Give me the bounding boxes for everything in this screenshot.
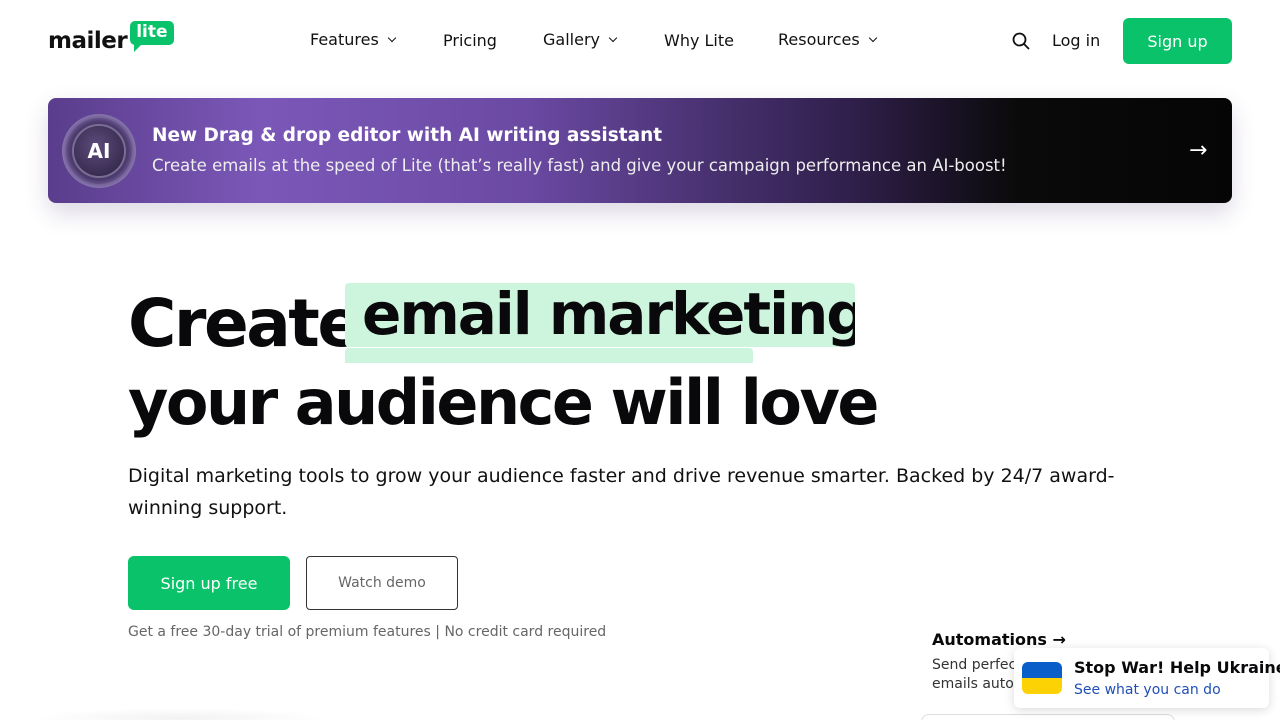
nav-label: Why Lite [664,31,734,50]
chevron-down-icon [608,33,618,42]
logo-bubble: lite [130,21,174,52]
mailerlite-logo[interactable]: mailer lite [48,21,174,54]
ai-badge-label: AI [74,126,124,176]
signup-free-button[interactable]: Sign up free [128,556,290,610]
chevron-down-icon [387,33,397,42]
banner-subtitle: Create emails at the speed of Lite (that… [152,156,1007,175]
automations-link[interactable]: Automations → [932,630,1066,649]
search-icon[interactable] [1012,32,1030,50]
nav-label: Gallery [543,30,600,49]
nav-item-resources[interactable]: Resources [778,30,877,49]
ukraine-toast[interactable]: Stop War! Help Ukraine! See what you can… [1014,648,1280,708]
hero-rotating-word: email marketing [362,283,855,347]
signup-button[interactable]: Sign up [1123,18,1232,64]
site-header: mailer lite Features Pricing Gallery Why… [0,0,1280,82]
arrow-right-icon[interactable]: → [1189,138,1207,163]
watch-demo-button[interactable]: Watch demo [306,556,458,610]
ai-badge-icon: AI [62,114,136,188]
logo-text: mailer [48,28,128,54]
chevron-down-icon [868,33,877,42]
nav-item-features[interactable]: Features [310,30,397,49]
hero-heading-line2: your audience will love [128,366,879,439]
hero-rotating-next-highlight [345,348,753,363]
hero-description: Digital marketing tools to grow your aud… [128,465,1115,519]
nav-label: Resources [778,30,860,49]
ukraine-flag-icon [1022,662,1062,694]
nav-label: Pricing [443,31,497,50]
toast-title: Stop War! Help Ukraine! [1074,658,1280,677]
nav-item-why-lite[interactable]: Why Lite [664,31,734,50]
banner-title: New Drag & drop editor with AI writing a… [152,125,663,146]
nav-item-pricing[interactable]: Pricing [443,31,497,50]
nav-item-gallery[interactable]: Gallery [543,30,618,49]
hero-rotating-highlight: email marketing [345,283,855,347]
nav-label: Features [310,30,379,49]
ai-editor-banner[interactable]: AI New Drag & drop editor with AI writin… [48,98,1232,203]
feature-card [921,714,1175,720]
toast-link[interactable]: See what you can do [1074,682,1221,698]
hero-heading-prefix: Create [128,285,362,362]
card-shadow [30,708,330,720]
login-link[interactable]: Log in [1052,31,1100,50]
trial-note: Get a free 30-day trial of premium featu… [128,624,607,640]
